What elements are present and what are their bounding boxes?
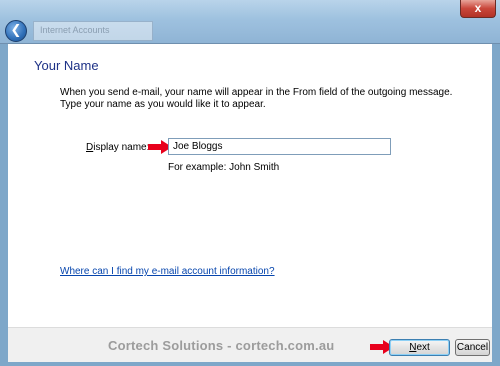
window-title: Internet Accounts <box>40 25 110 35</box>
display-name-label: Display name: <box>86 142 149 153</box>
close-button[interactable]: x <box>460 0 496 18</box>
back-arrow-icon[interactable]: ❮ <box>5 20 27 42</box>
watermark-text: Cortech Solutions - cortech.com.au <box>108 338 335 353</box>
account-info-help-link[interactable]: Where can I find my e-mail account infor… <box>60 266 275 277</box>
page-title: Your Name <box>34 58 99 73</box>
title-bar: ❮ Internet Accounts x <box>0 0 500 44</box>
window-title-box: Internet Accounts <box>33 21 153 41</box>
wizard-content: Your Name When you send e-mail, your nam… <box>8 44 492 327</box>
wizard-footer: Cortech Solutions - cortech.com.au Next … <box>8 327 492 362</box>
cancel-button[interactable]: Cancel <box>455 339 490 356</box>
next-label-rest: ext <box>416 342 430 353</box>
display-name-label-rest: isplay name: <box>93 142 150 153</box>
intro-text: When you send e-mail, your name will app… <box>60 87 453 110</box>
display-name-input[interactable] <box>168 138 391 155</box>
example-hint: For example: John Smith <box>168 162 280 173</box>
next-button[interactable]: Next <box>389 339 450 356</box>
